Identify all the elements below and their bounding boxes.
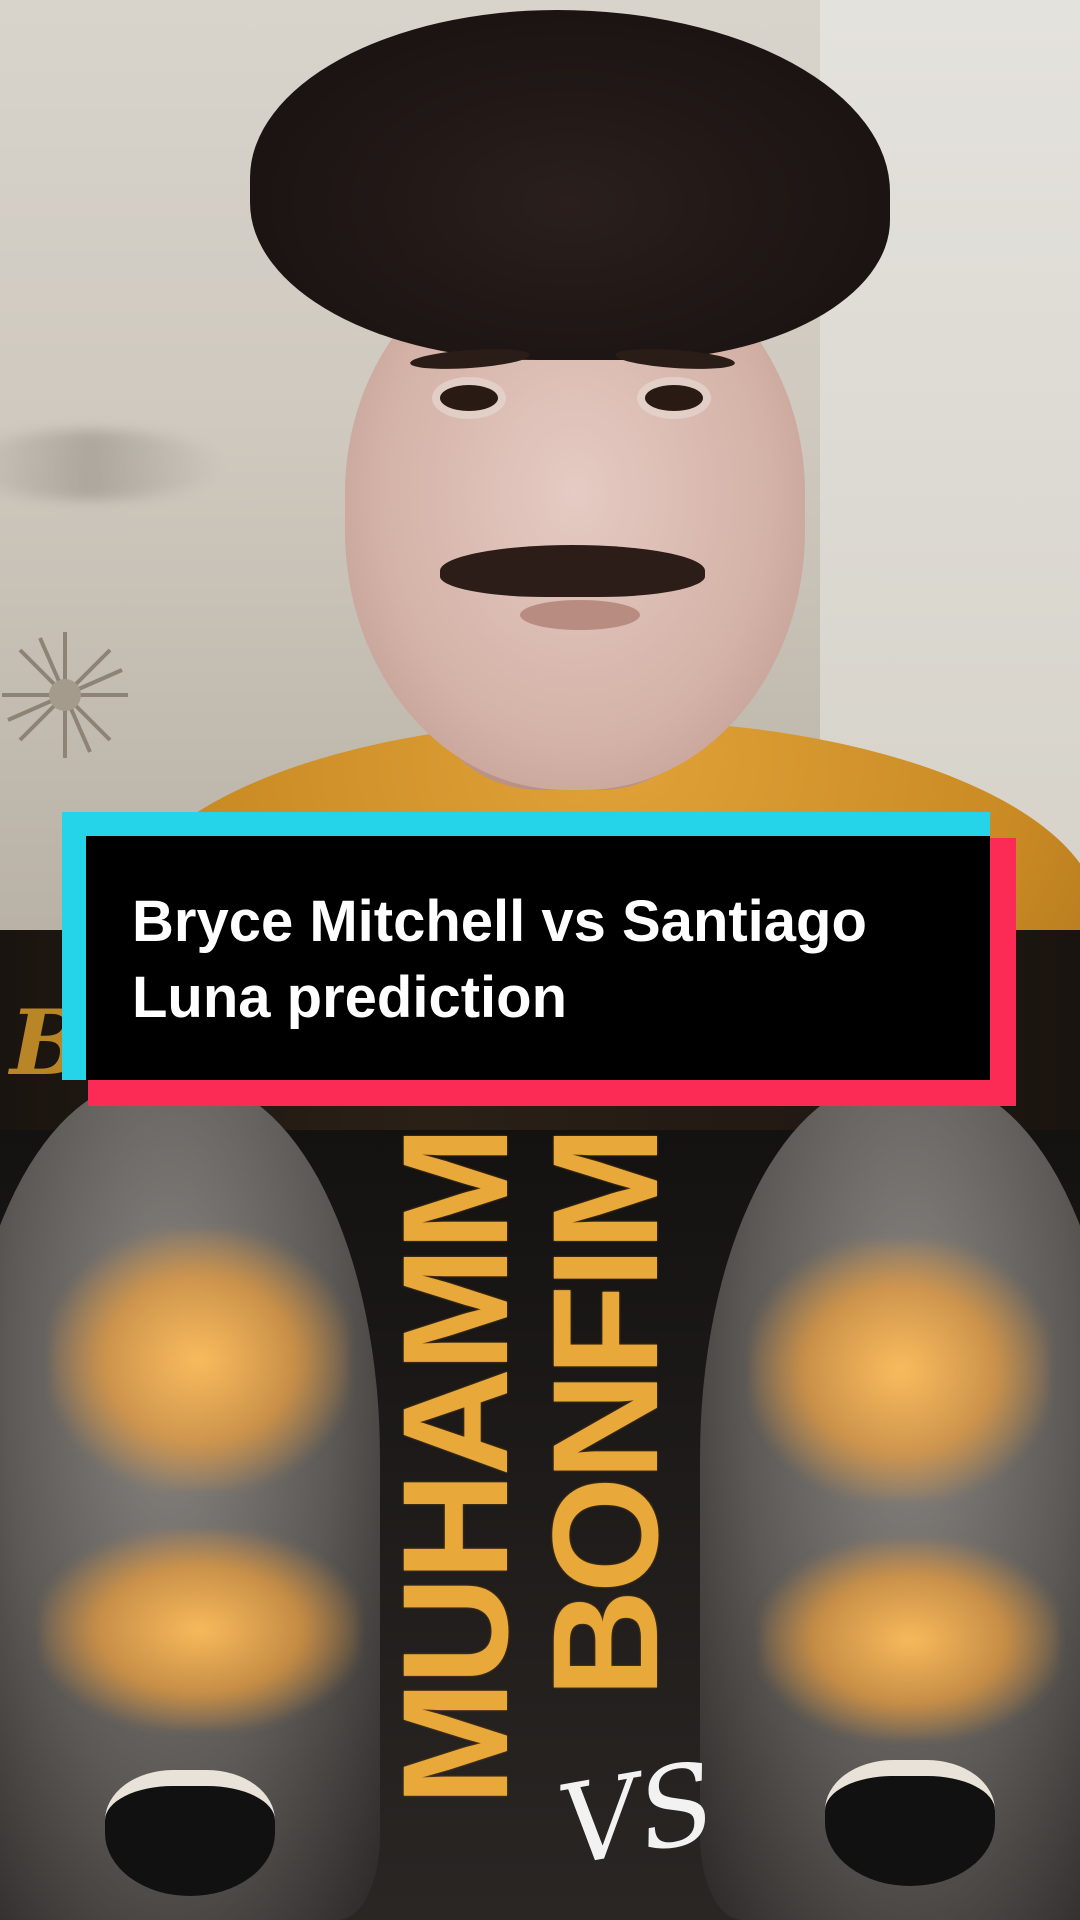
vs-label: VS: [550, 1737, 725, 1891]
fighter-left-mouth: [105, 1770, 275, 1896]
fighter-name-left: MUHAMM: [371, 1130, 539, 1806]
fighter-name-right: BONFIM: [521, 1130, 689, 1698]
fighter-left-glow: [50, 1230, 350, 1490]
fighter-right-glow: [750, 1240, 1050, 1500]
left-eye: [440, 385, 498, 411]
fighter-right-mouth: [825, 1760, 995, 1886]
webcam-video: [0, 0, 1080, 930]
caption-card: Bryce Mitchell vs Santiago Luna predicti…: [62, 812, 1016, 1106]
caption-text: Bryce Mitchell vs Santiago Luna predicti…: [132, 889, 867, 1030]
lips: [520, 600, 640, 630]
right-eye: [645, 385, 703, 411]
ceiling-fan: [0, 430, 220, 500]
sunburst-clock-decor: [2, 632, 128, 758]
hair: [250, 10, 890, 360]
video-frame: BO LM MUHAMM BONFIM VS Bryce Mitchell vs…: [0, 0, 1080, 1920]
mustache: [440, 545, 705, 597]
fighter-left-glow-lower: [40, 1530, 360, 1730]
fighter-right-glow-lower: [760, 1540, 1060, 1740]
